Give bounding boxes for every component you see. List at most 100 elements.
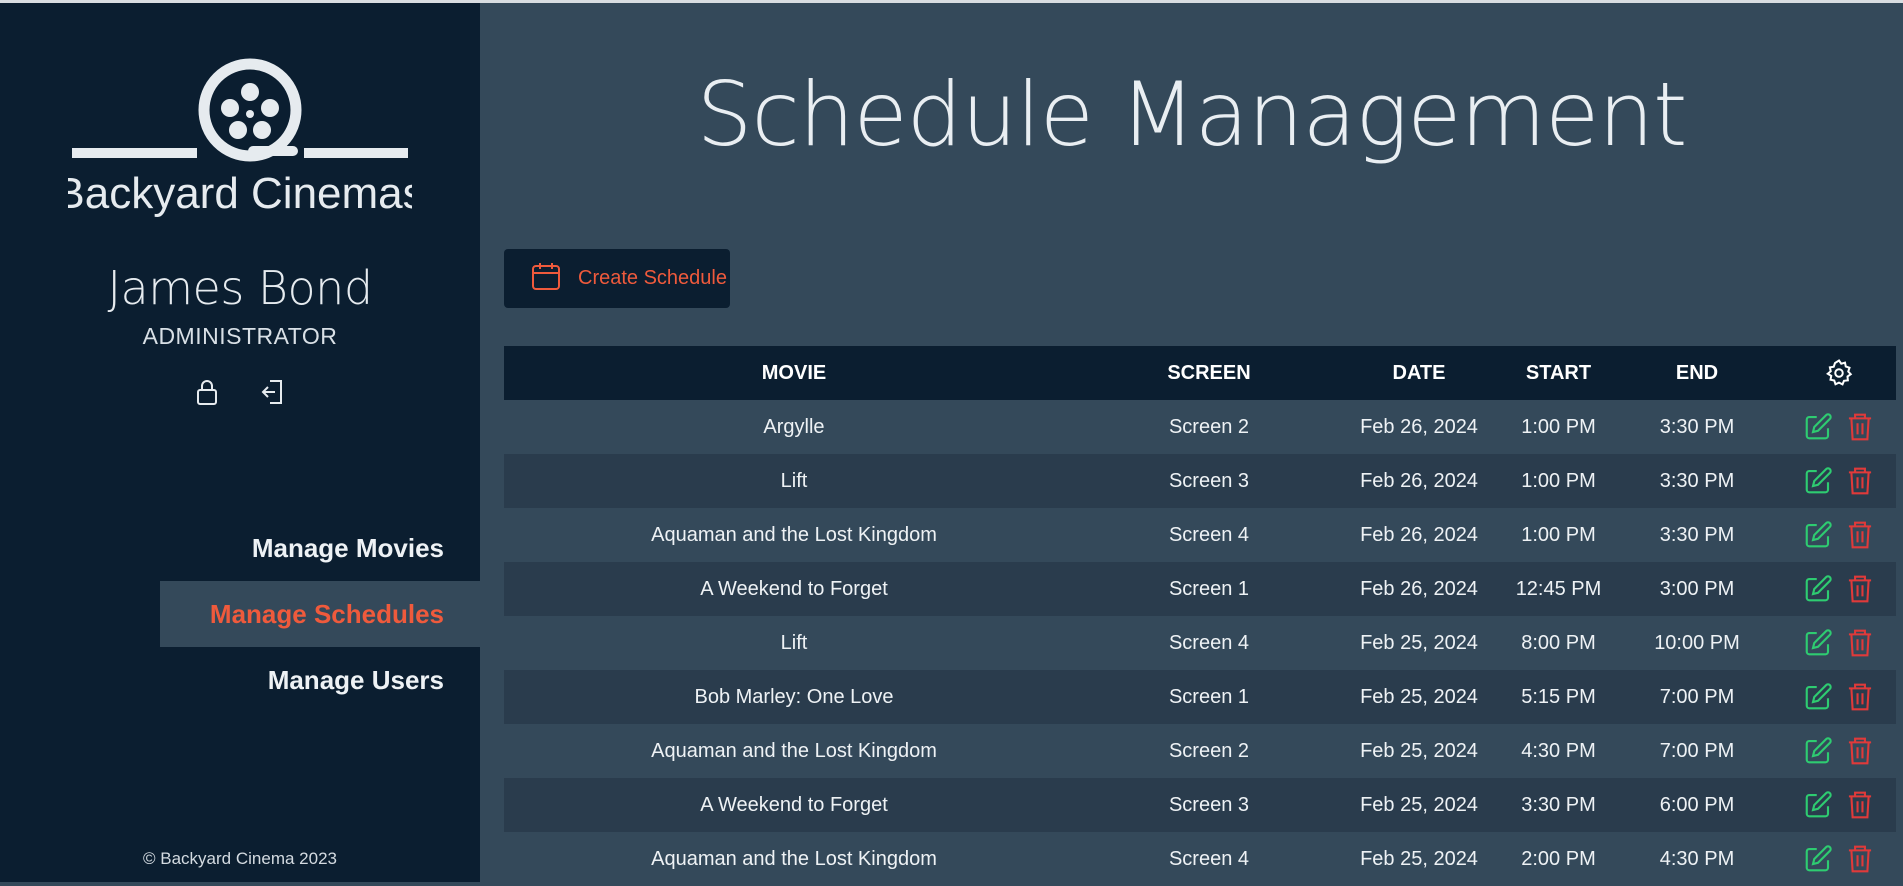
cell-screen: Screen 4	[1168, 847, 1250, 870]
cell-date: Feb 26, 2024	[1360, 415, 1478, 438]
cell-start: 1:00 PM	[1521, 523, 1596, 546]
table-row: A Weekend to Forget Screen 1 Feb 26, 2024 1…	[504, 562, 1896, 616]
table-row: Argylle Screen 2 Feb 26, 2024 1:00 PM 3:30 P…	[504, 400, 1896, 454]
schedule-table: MOVIE SCREEN DATE START END Argylle Scree…	[504, 346, 1896, 886]
trash-icon[interactable]	[1842, 517, 1878, 553]
cell-start: 4:30 PM	[1521, 739, 1596, 762]
trash-icon[interactable]	[1842, 409, 1878, 445]
trash-icon[interactable]	[1842, 625, 1878, 661]
cell-date: Feb 25, 2024	[1360, 631, 1478, 654]
cell-end: 6:00 PM	[1659, 793, 1735, 816]
cell-date: Feb 25, 2024	[1360, 847, 1478, 870]
edit-icon[interactable]	[1800, 679, 1836, 715]
cell-movie: A Weekend to Forget	[700, 793, 888, 816]
header-movie[interactable]: MOVIE	[504, 362, 1084, 385]
cell-date: Feb 25, 2024	[1360, 793, 1478, 816]
table-row: A Weekend to Forget Screen 3 Feb 25, 2024 3…	[504, 778, 1896, 832]
trash-icon[interactable]	[1842, 787, 1878, 823]
cell-date: Feb 25, 2024	[1360, 739, 1478, 762]
cell-start: 1:00 PM	[1521, 469, 1596, 492]
cell-start: 1:00 PM	[1521, 415, 1596, 438]
table-row: Lift Screen 4 Feb 25, 2024 8:00 PM 10:00 PM	[504, 616, 1896, 670]
sidebar-nav: Manage Movies Manage Schedules Manage Us…	[0, 515, 480, 713]
trash-icon[interactable]	[1842, 463, 1878, 499]
cell-screen: Screen 2	[1168, 415, 1250, 438]
trash-icon[interactable]	[1842, 571, 1878, 607]
table-body: Argylle Screen 2 Feb 26, 2024 1:00 PM 3:30 P…	[504, 400, 1896, 886]
cell-screen: Screen 3	[1168, 469, 1250, 492]
row-actions	[1781, 841, 1896, 877]
table-row: Bob Marley: One Love Screen 1 Feb 25, 2024…	[504, 670, 1896, 724]
header-end[interactable]: END	[1613, 362, 1781, 385]
cell-end: 7:00 PM	[1659, 685, 1735, 708]
cell-end: 3:00 PM	[1659, 577, 1735, 600]
cell-movie: Lift	[780, 469, 808, 492]
cell-screen: Screen 4	[1168, 631, 1250, 654]
cell-screen: Screen 4	[1168, 523, 1250, 546]
row-actions	[1781, 679, 1896, 715]
nav-item-manage-schedules[interactable]: Manage Schedules	[160, 581, 480, 647]
edit-icon[interactable]	[1800, 841, 1836, 877]
row-actions	[1781, 463, 1896, 499]
table-row: Aquaman and the Lost Kingdom Screen 4 Feb …	[504, 832, 1896, 886]
logout-icon[interactable]	[258, 377, 288, 407]
cell-movie: Lift	[780, 631, 808, 654]
row-actions	[1781, 625, 1896, 661]
table-row: Aquaman and the Lost Kingdom Screen 4 Feb …	[504, 508, 1896, 562]
cell-screen: Screen 1	[1168, 577, 1250, 600]
edit-icon[interactable]	[1800, 625, 1836, 661]
trash-icon[interactable]	[1842, 679, 1878, 715]
calendar-icon	[530, 260, 562, 297]
cell-start: 5:15 PM	[1521, 685, 1596, 708]
edit-icon[interactable]	[1800, 733, 1836, 769]
cell-end: 4:30 PM	[1659, 847, 1735, 870]
edit-icon[interactable]	[1800, 787, 1836, 823]
cell-start: 8:00 PM	[1521, 631, 1596, 654]
row-actions	[1781, 571, 1896, 607]
gear-icon[interactable]	[1781, 358, 1896, 388]
cell-screen: Screen 2	[1168, 739, 1250, 762]
cell-end: 3:30 PM	[1659, 523, 1735, 546]
header-date[interactable]: DATE	[1334, 362, 1504, 385]
row-actions	[1781, 517, 1896, 553]
page-title: Schedule Management	[696, 63, 1688, 166]
cell-screen: Screen 1	[1168, 685, 1250, 708]
brand-logo: Backyard Cinemas	[55, 58, 425, 218]
user-actions	[192, 377, 288, 407]
edit-icon[interactable]	[1800, 463, 1836, 499]
brand-name: Backyard Cinemas	[68, 169, 412, 218]
user-name: James Bond	[107, 261, 373, 315]
cell-date: Feb 26, 2024	[1360, 469, 1478, 492]
user-role: ADMINISTRATOR	[142, 323, 338, 349]
cell-movie: Aquaman and the Lost Kingdom	[651, 523, 937, 546]
create-schedule-button[interactable]: Create Schedule	[504, 249, 730, 308]
cell-end: 3:30 PM	[1659, 415, 1735, 438]
main-content: Schedule Management Create Schedule MOVI…	[480, 3, 1903, 882]
nav-item-manage-users[interactable]: Manage Users	[0, 647, 480, 713]
header-screen[interactable]: SCREEN	[1084, 362, 1334, 385]
table-row: Aquaman and the Lost Kingdom Screen 2 Feb …	[504, 724, 1896, 778]
nav-item-manage-movies[interactable]: Manage Movies	[0, 515, 480, 581]
cell-movie: Aquaman and the Lost Kingdom	[651, 847, 937, 870]
cell-date: Feb 26, 2024	[1360, 523, 1478, 546]
cell-start: 12:45 PM	[1515, 577, 1602, 600]
cell-movie: Argylle	[763, 415, 825, 438]
sidebar: Backyard Cinemas James Bond ADMINISTRATO…	[0, 3, 480, 882]
cell-start: 2:00 PM	[1521, 847, 1596, 870]
row-actions	[1781, 409, 1896, 445]
edit-icon[interactable]	[1800, 517, 1836, 553]
header-start[interactable]: START	[1504, 362, 1613, 385]
trash-icon[interactable]	[1842, 841, 1878, 877]
cell-date: Feb 26, 2024	[1360, 577, 1478, 600]
table-header: MOVIE SCREEN DATE START END	[504, 346, 1896, 400]
trash-icon[interactable]	[1842, 733, 1878, 769]
cell-end: 3:30 PM	[1659, 469, 1735, 492]
table-row: Lift Screen 3 Feb 26, 2024 1:00 PM 3:30 PM	[504, 454, 1896, 508]
cell-date: Feb 25, 2024	[1360, 685, 1478, 708]
lock-icon[interactable]	[192, 377, 222, 407]
edit-icon[interactable]	[1800, 571, 1836, 607]
cell-movie: Bob Marley: One Love	[694, 685, 894, 708]
row-actions	[1781, 733, 1896, 769]
edit-icon[interactable]	[1800, 409, 1836, 445]
cell-start: 3:30 PM	[1521, 793, 1596, 816]
